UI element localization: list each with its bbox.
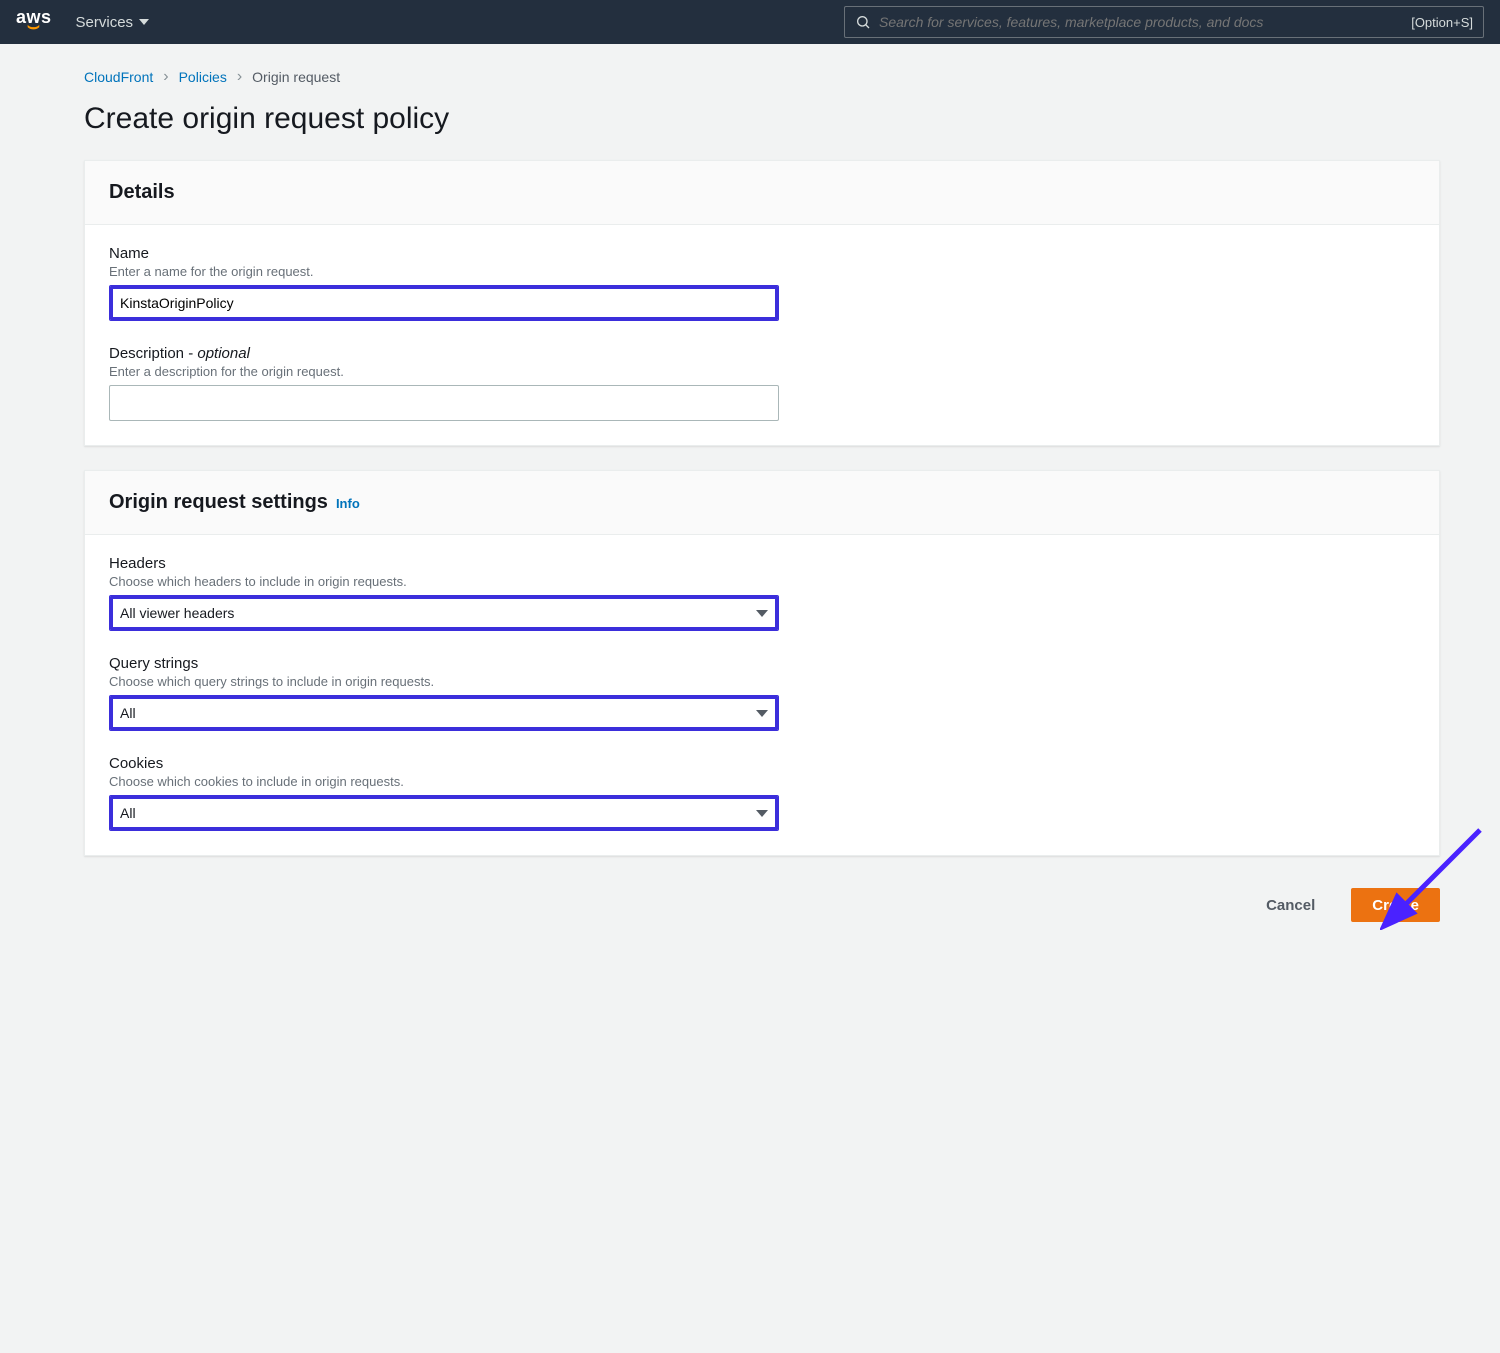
name-field: Name Enter a name for the origin request… bbox=[109, 245, 1415, 321]
breadcrumb-cloudfront[interactable]: CloudFront bbox=[84, 69, 153, 85]
query-strings-label: Query strings bbox=[109, 655, 1415, 672]
top-nav: aws ⌣ Services [Option+S] bbox=[0, 0, 1500, 44]
description-input[interactable] bbox=[109, 385, 779, 421]
breadcrumb-current: Origin request bbox=[252, 69, 340, 85]
info-link[interactable]: Info bbox=[336, 496, 360, 511]
aws-logo[interactable]: aws ⌣ bbox=[16, 10, 52, 34]
query-strings-hint: Choose which query strings to include in… bbox=[109, 674, 1415, 689]
query-strings-select[interactable]: All bbox=[109, 695, 779, 731]
breadcrumb: CloudFront › Policies › Origin request bbox=[84, 68, 1440, 86]
cookies-label: Cookies bbox=[109, 755, 1415, 772]
cancel-button[interactable]: Cancel bbox=[1246, 888, 1335, 922]
search-container: [Option+S] bbox=[844, 6, 1484, 38]
aws-smile-icon: ⌣ bbox=[27, 18, 41, 34]
details-heading: Details bbox=[109, 181, 175, 204]
description-field: Description - optional Enter a descripti… bbox=[109, 345, 1415, 421]
headers-value: All viewer headers bbox=[120, 605, 234, 621]
description-hint: Enter a description for the origin reque… bbox=[109, 364, 1415, 379]
settings-header: Origin request settings Info bbox=[85, 471, 1439, 535]
chevron-down-icon bbox=[139, 19, 149, 25]
services-label: Services bbox=[76, 14, 134, 31]
name-label: Name bbox=[109, 245, 1415, 262]
chevron-down-icon bbox=[756, 810, 768, 817]
chevron-down-icon bbox=[756, 610, 768, 617]
details-body: Name Enter a name for the origin request… bbox=[85, 225, 1439, 445]
query-strings-field: Query strings Choose which query strings… bbox=[109, 655, 1415, 731]
main-content: CloudFront › Policies › Origin request C… bbox=[0, 44, 1500, 962]
chevron-right-icon: › bbox=[237, 68, 242, 86]
action-bar: Cancel Create bbox=[84, 880, 1440, 922]
search-icon bbox=[855, 14, 871, 30]
name-hint: Enter a name for the origin request. bbox=[109, 264, 1415, 279]
headers-hint: Choose which headers to include in origi… bbox=[109, 574, 1415, 589]
cookies-value: All bbox=[120, 805, 136, 821]
chevron-right-icon: › bbox=[163, 68, 168, 86]
search-shortcut: [Option+S] bbox=[1411, 15, 1473, 30]
settings-heading: Origin request settings bbox=[109, 491, 328, 514]
create-button[interactable]: Create bbox=[1351, 888, 1440, 922]
query-strings-value: All bbox=[120, 705, 136, 721]
headers-field: Headers Choose which headers to include … bbox=[109, 555, 1415, 631]
page-title: Create origin request policy bbox=[84, 102, 1440, 136]
details-panel: Details Name Enter a name for the origin… bbox=[84, 160, 1440, 446]
cookies-field: Cookies Choose which cookies to include … bbox=[109, 755, 1415, 831]
cookies-hint: Choose which cookies to include in origi… bbox=[109, 774, 1415, 789]
description-label: Description - optional bbox=[109, 345, 1415, 362]
breadcrumb-policies[interactable]: Policies bbox=[179, 69, 227, 85]
settings-panel: Origin request settings Info Headers Cho… bbox=[84, 470, 1440, 856]
settings-body: Headers Choose which headers to include … bbox=[85, 535, 1439, 855]
chevron-down-icon bbox=[756, 710, 768, 717]
details-header: Details bbox=[85, 161, 1439, 225]
cookies-select[interactable]: All bbox=[109, 795, 779, 831]
services-dropdown[interactable]: Services bbox=[76, 14, 150, 31]
headers-label: Headers bbox=[109, 555, 1415, 572]
name-input[interactable] bbox=[109, 285, 779, 321]
search-input[interactable] bbox=[879, 14, 1403, 30]
headers-select[interactable]: All viewer headers bbox=[109, 595, 779, 631]
